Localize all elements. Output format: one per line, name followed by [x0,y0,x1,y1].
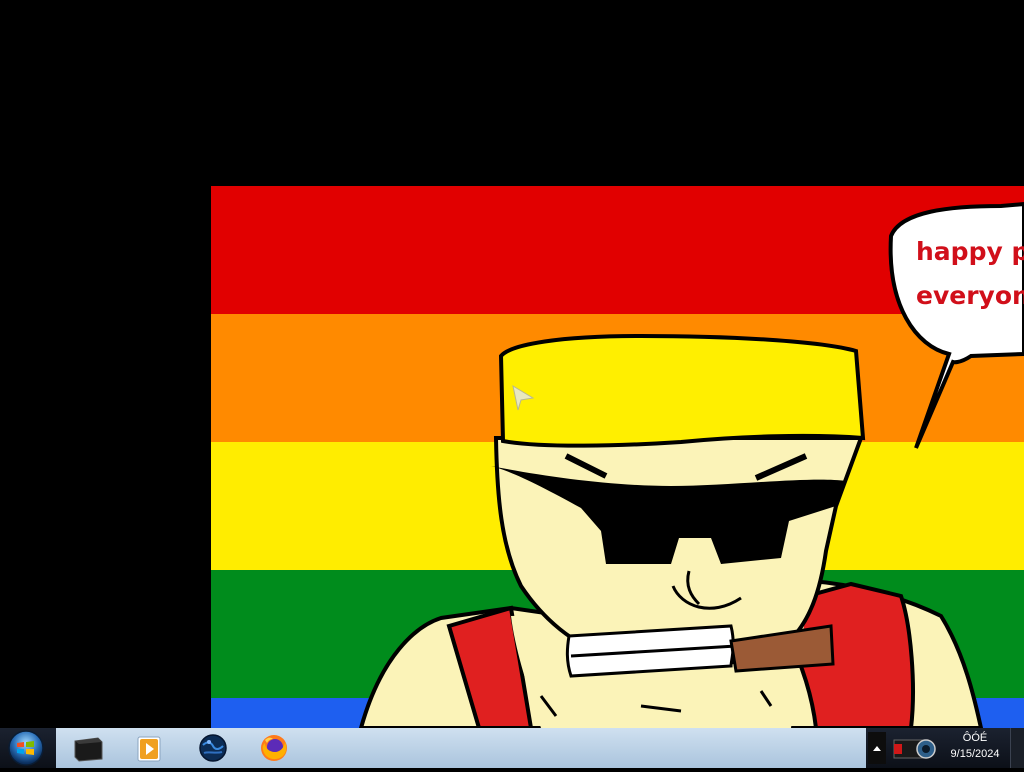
windows-orb-icon [8,730,44,766]
globe-browser-icon [199,734,227,762]
media-player-icon [137,736,161,762]
wallpaper-image: happy pr everyon [211,186,1024,728]
taskbar-pinned-app-2[interactable] [126,730,170,766]
chevron-up-icon [873,746,881,751]
desktop: happy pr everyon [0,0,1024,728]
bubble-line-2: everyon [916,281,1024,310]
show-hidden-icons-button[interactable] [868,732,886,764]
bubble-line-1: happy pr [916,237,1024,266]
taskbar-pinned-app-4[interactable] [252,730,296,766]
cartoon-drawing [358,201,1024,728]
clock-date: 9/15/2024 [950,748,1000,760]
yellow-cap [498,333,866,448]
taskbar: ÔÓÉ 9/15/2024 [0,728,1024,768]
taskbar-button-area [56,728,866,768]
system-clock[interactable]: ÔÓÉ 9/15/2024 [942,730,1008,766]
taskbar-pinned-app-1[interactable] [66,730,110,766]
black-window-app-icon [74,737,103,762]
tray-app-button[interactable] [888,730,940,766]
clock-time: ÔÓÉ [962,732,988,744]
start-button[interactable] [6,729,46,767]
firefox-icon [261,735,287,761]
taskbar-pinned-app-3[interactable] [191,730,235,766]
show-desktop-button[interactable] [1010,728,1024,768]
speech-bubble-text: happy pr everyon [916,230,1024,318]
camera-app-icon [893,739,936,759]
